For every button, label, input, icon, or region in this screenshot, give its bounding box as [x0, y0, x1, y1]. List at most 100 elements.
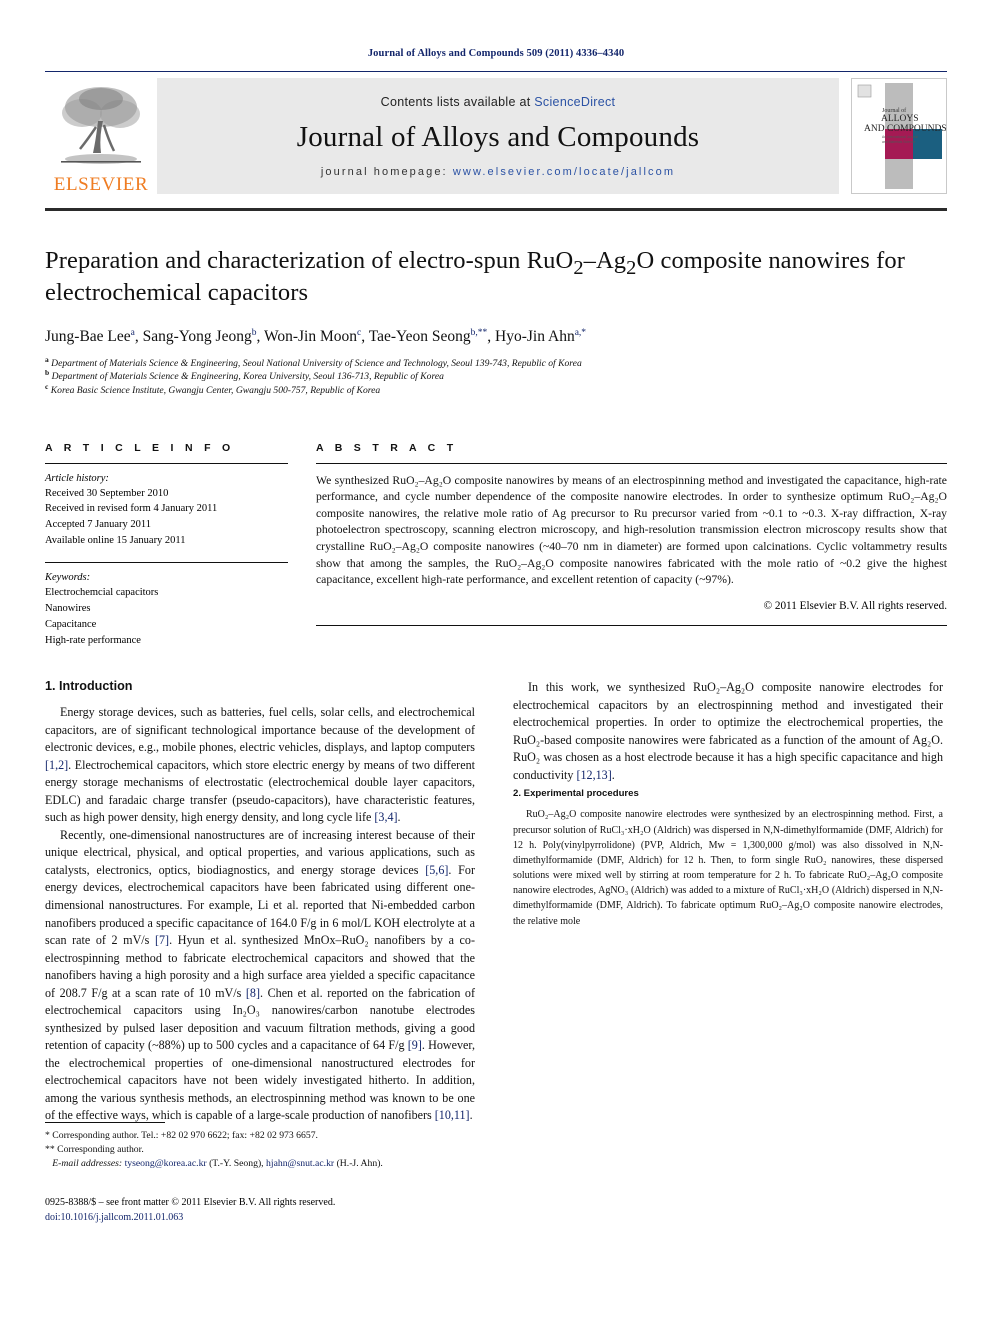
intro-paragraph-3: In this work, we synthesized RuO₂–Ag₂O c…: [513, 680, 943, 782]
author-name[interactable]: Jung-Bae Lee: [45, 328, 131, 345]
page-title: Preparation and characterization of elec…: [45, 245, 947, 309]
author-name[interactable]: Hyo-Jin Ahn: [495, 328, 575, 345]
article-info-rule: [45, 462, 288, 464]
citation-reference[interactable]: [1,2]: [45, 758, 68, 772]
keywords-rule: [45, 562, 288, 564]
contents-available-line: Contents lists available at ScienceDirec…: [381, 95, 616, 109]
contents-prefix: Contents lists available at: [380, 94, 535, 109]
history-item: Received 30 September 2010: [45, 487, 169, 499]
affiliation-text: Department of Materials Science & Engine…: [51, 371, 444, 383]
intro-paragraph-1: Energy storage devices, such as batterie…: [45, 705, 475, 825]
title-sub-2b: 2: [626, 256, 637, 279]
journal-homepage-line: journal homepage: www.elsevier.com/locat…: [321, 166, 675, 178]
keyword-item: Capacitance: [45, 619, 97, 631]
author-list: Jung-Bae Leea, Sang-Yong Jeongb, Won-Jin…: [45, 327, 587, 345]
article-history-label: Article history:: [45, 472, 109, 484]
author-name[interactable]: Sang-Yong Jeong: [143, 328, 252, 345]
title-sub-2a: 2: [573, 256, 584, 279]
abstract-column: A B S T R A C T We synthesized RuO₂–Ag₂O…: [316, 442, 947, 650]
section-heading-introduction: 1. Introduction: [45, 679, 133, 694]
email-owner-ahn: (H.-J. Ahn).: [336, 1158, 383, 1170]
body-columns: 1. Introduction Energy storage devices, …: [45, 679, 947, 1125]
homepage-label: journal homepage:: [320, 165, 453, 178]
author-mark: b: [251, 327, 257, 338]
history-item: Received in revised form 4 January 2011: [45, 503, 218, 515]
svg-text:ALLOYS: ALLOYS: [881, 114, 918, 124]
affiliation-list: a Department of Materials Science & Engi…: [45, 354, 947, 398]
author-mark: b,**: [470, 327, 488, 338]
info-abstract-row: A R T I C L E I N F O Article history: R…: [45, 442, 947, 650]
citation-reference[interactable]: [8]: [246, 986, 260, 1000]
abstract-bottom-rule: [316, 624, 947, 626]
masthead-bottom-rule: [45, 208, 947, 211]
citation-reference[interactable]: [9]: [408, 1038, 422, 1052]
affiliation-text: Korea Basic Science Institute, Gwangju C…: [50, 384, 381, 396]
imprint-block: 0925-8388/$ – see front matter © 2011 El…: [45, 1195, 475, 1225]
author-mark: a: [130, 327, 135, 338]
masthead-center: Contents lists available at ScienceDirec…: [157, 78, 839, 194]
title-part-3: O composite: [636, 247, 763, 274]
history-item: Available online 15 January 2011: [45, 535, 186, 547]
affiliation-text: Department of Materials Science & Engine…: [51, 357, 582, 369]
body-column-left: 1. Introduction Energy storage devices, …: [45, 679, 475, 1125]
intro-paragraph-2: Recently, one-dimensional nanostructures…: [45, 827, 475, 1123]
body-column-right: In this work, we synthesized RuO₂–Ag₂O c…: [513, 679, 943, 1125]
keyword-item: Nanowires: [45, 603, 91, 615]
section-heading-experimental: 2. Experimental procedures: [513, 788, 639, 800]
abstract-heading: A B S T R A C T: [316, 441, 458, 454]
sciencedirect-link[interactable]: ScienceDirect: [534, 95, 615, 109]
email-link-seong[interactable]: tyseong@korea.ac.kr: [125, 1158, 207, 1169]
citation-reference[interactable]: [12,13]: [576, 768, 611, 782]
title-block: Preparation and characterization of elec…: [45, 245, 947, 398]
abstract-rule: [316, 462, 947, 464]
author-name[interactable]: Tae-Yeon Seong: [369, 328, 471, 345]
citation-reference[interactable]: [5,6]: [425, 863, 448, 877]
title-part-2: –Ag: [583, 247, 627, 274]
author-mark: c: [357, 327, 362, 338]
abstract-text: We synthesized RuO₂–Ag₂O composite nanow…: [316, 473, 947, 587]
affiliation-item: b Department of Materials Science & Engi…: [45, 368, 947, 384]
footnote-corresponding-2: ** Corresponding author.: [45, 1144, 144, 1156]
journal-masthead: ELSEVIER Contents lists available at Sci…: [45, 72, 947, 200]
homepage-url[interactable]: www.elsevier.com/locate/jallcom: [453, 166, 675, 178]
article-info-column: A R T I C L E I N F O Article history: R…: [45, 442, 288, 650]
author-mark: a,*: [574, 327, 587, 338]
keyword-item: High-rate performance: [45, 635, 141, 647]
footnote-rule: [45, 1122, 165, 1123]
journal-title: Journal of Alloys and Compounds: [296, 120, 700, 153]
affiliation-mark: c: [45, 381, 49, 391]
email-link-ahn[interactable]: hjahn@snut.ac.kr: [266, 1158, 334, 1169]
email-owner-seong: (T.-Y. Seong),: [209, 1158, 264, 1170]
elsevier-logo: ELSEVIER: [45, 72, 157, 200]
affiliation-mark: a: [45, 354, 49, 364]
affiliation-mark: b: [45, 368, 50, 378]
experimental-paragraph-1: RuO₂–Ag₂O composite nanowire electrodes …: [513, 809, 943, 927]
article-info-heading: A R T I C L E I N F O: [45, 441, 235, 454]
title-part-1: Preparation and characterization of elec…: [45, 247, 574, 274]
affiliation-item: c Korea Basic Science Institute, Gwangju…: [45, 381, 947, 398]
svg-text:Journal of: Journal of: [882, 107, 906, 114]
footnote-corresponding-1: * Corresponding author. Tel.: +82 02 970…: [45, 1130, 318, 1141]
email-addresses-label: E-mail addresses:: [52, 1158, 123, 1170]
keywords-label: Keywords:: [45, 572, 91, 584]
running-head: Journal of Alloys and Compounds 509 (201…: [367, 48, 625, 59]
elsevier-tree-icon: [61, 87, 141, 164]
svg-text:An International Journal: An International Journal: [882, 135, 918, 139]
journal-cover-thumbnail: Journal of ALLOYS AND COMPOUNDS An Inter…: [851, 78, 947, 194]
citation-reference[interactable]: [3,4]: [374, 810, 397, 824]
affiliation-item: a Department of Materials Science & Engi…: [45, 354, 947, 371]
abstract-copyright: © 2011 Elsevier B.V. All rights reserved…: [763, 599, 947, 612]
history-item: Accepted 7 January 2011: [45, 519, 152, 531]
citation-reference[interactable]: [10,11]: [435, 1108, 470, 1122]
doi-line[interactable]: doi:10.1016/j.jallcom.2011.01.063: [45, 1210, 475, 1225]
svg-text:AND COMPOUNDS: AND COMPOUNDS: [864, 124, 946, 134]
citation-reference[interactable]: [7]: [155, 933, 169, 947]
footnote-block: * Corresponding author. Tel.: +82 02 970…: [45, 1122, 475, 1225]
author-name[interactable]: Won-Jin Moon: [264, 328, 357, 345]
issn-copyright-line: 0925-8388/$ – see front matter © 2011 El…: [45, 1197, 336, 1209]
article-page: Journal of Alloys and Compounds 509 (201…: [0, 0, 992, 1323]
svg-text:and Materials Science: and Materials Science: [882, 140, 915, 144]
cover-artwork: Journal of ALLOYS AND COMPOUNDS An Inter…: [852, 79, 947, 193]
elsevier-wordmark: ELSEVIER: [53, 174, 149, 195]
footnote-emails: E-mail addresses: tyseong@korea.ac.kr (T…: [45, 1157, 475, 1171]
